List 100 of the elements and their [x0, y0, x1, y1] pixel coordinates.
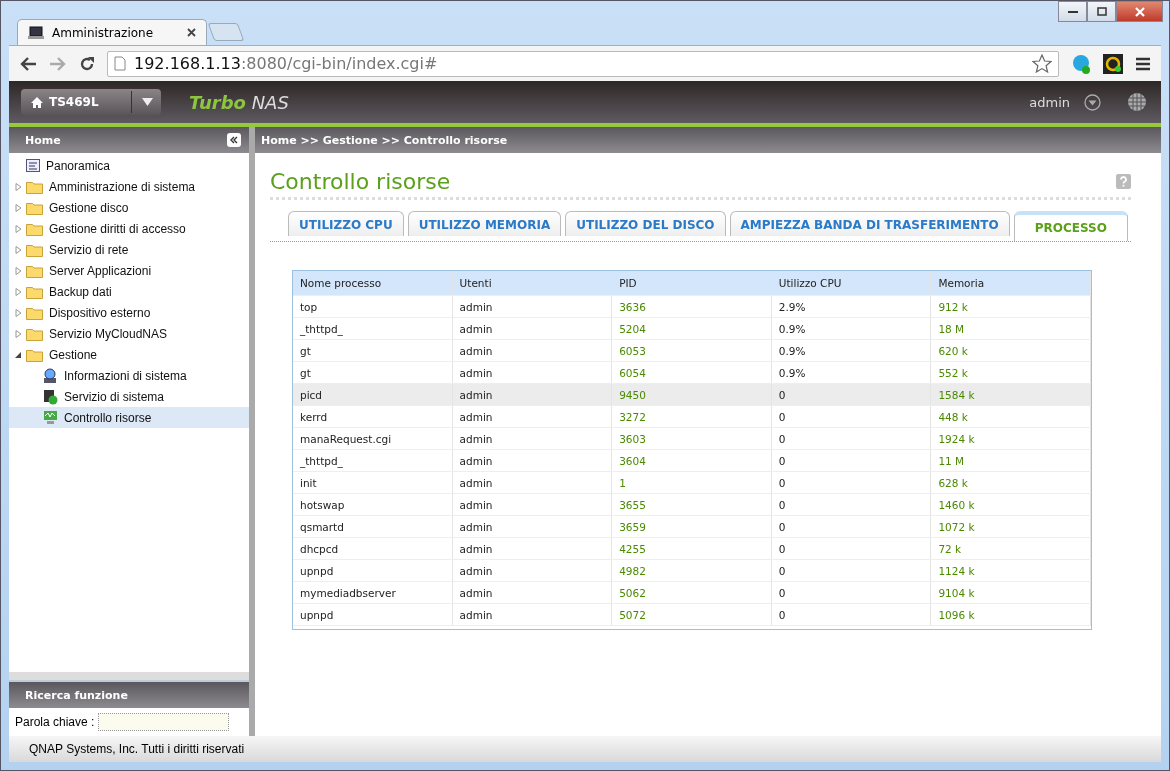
table-row[interactable]: upnpd admin 5072 0 1096 k — [293, 604, 1091, 626]
keyword-label: Parola chiave : — [15, 715, 95, 729]
table-row[interactable]: mymediadbserver admin 5062 0 9104 k — [293, 582, 1091, 604]
tree-item[interactable]: Informazioni di sistema — [9, 365, 249, 386]
tree-item[interactable]: Servizio di sistema — [9, 386, 249, 407]
folder-icon — [26, 200, 43, 215]
expand-arrow-icon[interactable] — [15, 224, 22, 233]
table-row[interactable]: dhcpcd admin 4255 0 72 k — [293, 538, 1091, 560]
tree-item[interactable]: Dispositivo esterno — [9, 302, 249, 323]
star-icon[interactable] — [1032, 54, 1052, 73]
table-cell: 0 — [771, 494, 932, 515]
tree-item[interactable]: Panoramica — [9, 155, 249, 176]
tree-item[interactable]: Gestione diritti di accesso — [9, 218, 249, 239]
tree-item[interactable]: Backup dati — [9, 281, 249, 302]
collapse-arrow-icon[interactable] — [15, 350, 22, 359]
column-header[interactable]: Memoria — [931, 271, 1091, 295]
table-cell: admin — [452, 296, 613, 317]
table-cell: 0 — [771, 582, 932, 603]
table-row[interactable]: upnpd admin 4982 0 1124 k — [293, 560, 1091, 582]
table-cell: 0.9% — [771, 362, 932, 383]
laptop-icon — [28, 25, 44, 40]
table-cell: 3655 — [612, 494, 772, 515]
service-icon — [43, 388, 58, 405]
tab[interactable]: UTILIZZO CPU — [288, 211, 404, 236]
table-cell: 0 — [771, 428, 932, 449]
tree-item[interactable]: Servizio MyCloudNAS — [9, 323, 249, 344]
maximize-button[interactable] — [1087, 1, 1116, 22]
table-cell: _thttpd_ — [293, 318, 453, 339]
expand-arrow-icon[interactable] — [15, 245, 22, 254]
expand-arrow-icon[interactable] — [15, 203, 22, 212]
tree-item[interactable]: Controllo risorse — [9, 407, 249, 428]
table-row[interactable]: init admin 1 0 628 k — [293, 472, 1091, 494]
close-icon[interactable] — [187, 28, 196, 37]
table-cell: 0 — [771, 384, 932, 405]
table-row[interactable]: qsmartd admin 3659 0 1072 k — [293, 516, 1091, 538]
table-cell: 3604 — [612, 450, 772, 471]
minimize-button[interactable] — [1058, 1, 1087, 22]
table-cell: 3636 — [612, 296, 772, 317]
table-cell: 1924 k — [931, 428, 1091, 449]
table-cell: 448 k — [931, 406, 1091, 427]
table-cell: init — [293, 472, 453, 493]
table-cell: admin — [452, 560, 613, 581]
extension-icon[interactable] — [1103, 53, 1123, 74]
table-row[interactable]: manaRequest.cgi admin 3603 0 1924 k — [293, 428, 1091, 450]
table-row[interactable]: top admin 3636 2.9% 912 k — [293, 296, 1091, 318]
table-cell: gt — [293, 340, 453, 361]
device-button[interactable]: TS469L — [21, 89, 161, 115]
table-row[interactable]: _thttpd_ admin 5204 0.9% 18 M — [293, 318, 1091, 340]
tree-item[interactable]: Gestione disco — [9, 197, 249, 218]
column-header[interactable]: PID — [612, 271, 772, 295]
dropdown-icon[interactable] — [1084, 93, 1101, 111]
table-cell: 1096 k — [931, 604, 1091, 625]
table-cell: 2.9% — [771, 296, 932, 317]
expand-arrow-icon[interactable] — [15, 182, 22, 191]
monitor-icon — [43, 410, 58, 425]
close-button[interactable] — [1116, 1, 1163, 22]
table-cell: 620 k — [931, 340, 1091, 361]
table-cell: admin — [452, 428, 613, 449]
table-cell: kerrd — [293, 406, 453, 427]
tab[interactable]: AMPIEZZA BANDA DI TRASFERIMENTO — [729, 211, 1010, 236]
menu-icon[interactable] — [1135, 56, 1151, 71]
tab[interactable]: UTILIZZO MEMORIA — [407, 211, 562, 236]
browser-tab[interactable]: Amministrazione — [17, 19, 207, 45]
table-row[interactable]: gt admin 6053 0.9% 620 k — [293, 340, 1091, 362]
table-cell: admin — [452, 538, 613, 559]
table-cell: qsmartd — [293, 516, 453, 537]
document-icon — [26, 159, 40, 172]
reload-icon[interactable] — [79, 55, 95, 72]
collapse-button[interactable] — [227, 133, 241, 147]
tab[interactable]: UTILIZZO DEL DISCO — [565, 211, 726, 236]
folder-icon — [26, 284, 43, 299]
table-cell: mymediadbserver — [293, 582, 453, 603]
table-cell: 0 — [771, 472, 932, 493]
table-cell: 1 — [612, 472, 772, 493]
table-row[interactable]: hotswap admin 3655 0 1460 k — [293, 494, 1091, 516]
tree-item[interactable]: Server Applicazioni — [9, 260, 249, 281]
globe-icon[interactable] — [1127, 92, 1147, 112]
keyword-field[interactable] — [98, 713, 230, 731]
expand-arrow-icon[interactable] — [15, 308, 22, 317]
expand-arrow-icon[interactable] — [15, 329, 22, 338]
expand-arrow-icon[interactable] — [15, 287, 22, 296]
table-row[interactable]: kerrd admin 3272 0 448 k — [293, 406, 1091, 428]
user-name[interactable]: admin — [1029, 94, 1070, 110]
table-cell: 5204 — [612, 318, 772, 339]
expand-arrow-icon[interactable] — [15, 266, 22, 275]
table-cell: upnpd — [293, 604, 453, 625]
column-header[interactable]: Utenti — [452, 271, 613, 295]
tree-item[interactable]: Servizio di rete — [9, 239, 249, 260]
back-icon[interactable] — [19, 55, 37, 72]
tree-item[interactable]: Gestione — [9, 344, 249, 365]
table-row[interactable]: picd admin 9450 0 1584 k — [293, 384, 1091, 406]
column-header[interactable]: Utilizzo CPU — [771, 271, 932, 295]
tree-item[interactable]: Amministrazione di sistema — [9, 176, 249, 197]
column-header[interactable]: Nome processo — [293, 271, 453, 295]
close-icon — [1133, 6, 1146, 17]
product-logo: Turbo NAS — [189, 91, 289, 113]
table-cell: 912 k — [931, 296, 1091, 317]
table-row[interactable]: _thttpd_ admin 3604 0 11 M — [293, 450, 1091, 472]
table-cell: 6053 — [612, 340, 772, 361]
address-bar[interactable]: 192.168.1.13:8080/cgi-bin/index.cgi# — [107, 50, 1059, 77]
